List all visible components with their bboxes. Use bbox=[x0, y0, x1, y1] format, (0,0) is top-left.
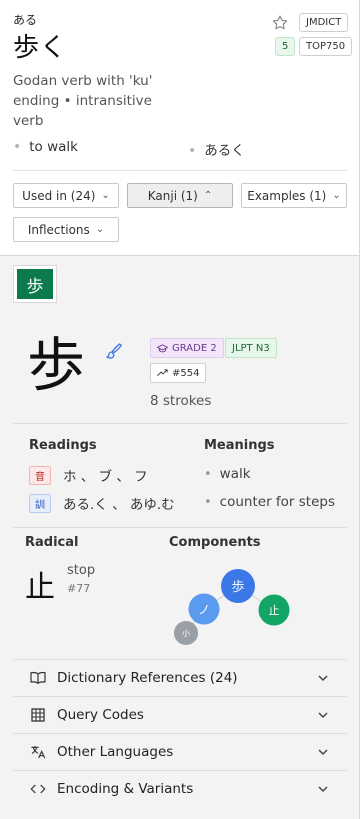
divider bbox=[13, 527, 347, 528]
component-node-label: 小 bbox=[182, 629, 190, 638]
chevron-down-icon: ⌄ bbox=[332, 190, 341, 201]
chevron-down-icon bbox=[318, 675, 328, 682]
chevron-down-icon bbox=[318, 749, 328, 756]
grade-label: GRADE 2 bbox=[172, 342, 217, 354]
meaning-text: to walk bbox=[29, 139, 78, 155]
kanji-meaning-text: walk bbox=[219, 466, 251, 482]
component-node[interactable]: ノ bbox=[188, 593, 220, 625]
code-icon bbox=[29, 780, 47, 798]
furigana: ある bbox=[13, 13, 38, 27]
meaning-text: あるく bbox=[204, 143, 245, 159]
tab-label: Examples (1) bbox=[247, 188, 327, 203]
kanji-selector-tab[interactable]: 歩 bbox=[13, 265, 57, 303]
frequency-rank-badge: #554 bbox=[150, 363, 207, 383]
jlpt-badge: JLPT N3 bbox=[225, 338, 277, 358]
component-node[interactable]: 歩 bbox=[221, 569, 255, 603]
chevron-down-icon: ⌄ bbox=[95, 224, 105, 235]
on-reading-text: ホ 、 ブ 、 フ bbox=[63, 469, 148, 485]
book-icon bbox=[29, 669, 47, 687]
kun-reading-text: ある.く 、 あゆ.む bbox=[63, 497, 175, 513]
radical-number: #77 bbox=[67, 582, 91, 595]
meaning-item: • to walk bbox=[13, 139, 78, 155]
kanji-meaning-text: counter for steps bbox=[219, 494, 335, 510]
chevron-up-icon: ⌃ bbox=[203, 190, 213, 201]
components-heading: Components bbox=[169, 535, 261, 550]
divider bbox=[13, 170, 347, 171]
meanings-heading: Meanings bbox=[204, 438, 275, 453]
chevron-down-icon: ⌄ bbox=[101, 190, 110, 201]
section-encoding-variants[interactable]: Encoding & Variants bbox=[13, 770, 347, 807]
grid-icon bbox=[29, 706, 47, 724]
meaning-item: • あるく bbox=[188, 139, 245, 159]
app-root: ある 歩く JMDICT 5 TOP750 Godan verb with 'k… bbox=[0, 0, 360, 819]
divider bbox=[13, 423, 347, 424]
tab-inflections[interactable]: Inflections ⌄ bbox=[13, 217, 119, 242]
component-node[interactable]: 止 bbox=[258, 594, 290, 626]
readings-heading: Readings bbox=[29, 438, 97, 453]
chevron-down-icon bbox=[318, 786, 328, 793]
trend-up-icon bbox=[157, 369, 168, 377]
bullet-icon: • bbox=[204, 495, 212, 510]
rank-label: #554 bbox=[172, 367, 200, 379]
kanji-character: 歩 bbox=[27, 331, 86, 399]
grade-badge: GRADE 2 bbox=[150, 338, 224, 358]
frequency-badge: TOP750 bbox=[299, 37, 353, 56]
kanji-meaning-item: • counter for steps bbox=[204, 494, 335, 510]
kanji-selector-char: 歩 bbox=[17, 269, 53, 299]
brush-icon[interactable] bbox=[103, 341, 123, 361]
on-reading-row: 音 ホ 、 ブ 、 フ bbox=[29, 465, 148, 485]
source-badge: JMDICT bbox=[299, 13, 349, 32]
on-reading-tag: 音 bbox=[29, 465, 51, 485]
entry-card: ある 歩く JMDICT 5 TOP750 Godan verb with 'k… bbox=[0, 0, 360, 256]
kanji-panel: 歩 歩 GRADE 2 JLPT N3 #554 8 strokes Readi… bbox=[0, 256, 360, 819]
section-other-languages[interactable]: Other Languages bbox=[13, 733, 347, 770]
component-node-label: 止 bbox=[269, 604, 280, 617]
bullet-icon: • bbox=[204, 467, 212, 482]
level-badge: 5 bbox=[275, 37, 296, 56]
tab-label: Used in (24) bbox=[22, 188, 96, 203]
tab-kanji[interactable]: Kanji (1) ⌃ bbox=[127, 183, 233, 208]
tab-used-in[interactable]: Used in (24) ⌄ bbox=[13, 183, 119, 208]
tab-label: Inflections bbox=[27, 222, 90, 237]
component-node-label: ノ bbox=[198, 603, 210, 617]
section-label: Dictionary References (24) bbox=[57, 670, 238, 686]
translate-icon bbox=[29, 743, 47, 761]
section-label: Other Languages bbox=[57, 744, 174, 760]
section-dictionary-references[interactable]: Dictionary References (24) bbox=[13, 659, 347, 696]
headword: 歩く bbox=[13, 33, 68, 63]
component-node[interactable]: 小 bbox=[174, 621, 198, 645]
kanji-meaning-item: • walk bbox=[204, 466, 251, 482]
bullet-icon: • bbox=[13, 139, 22, 155]
tab-label: Kanji (1) bbox=[147, 188, 198, 203]
chevron-down-icon bbox=[318, 712, 328, 719]
bullet-icon: • bbox=[188, 143, 197, 159]
component-node-label: 歩 bbox=[231, 580, 244, 595]
section-query-codes[interactable]: Query Codes bbox=[13, 696, 347, 733]
part-of-speech: Godan verb with 'ku' ending • intransiti… bbox=[13, 73, 153, 129]
radical-heading: Radical bbox=[25, 535, 79, 550]
kun-reading-row: 訓 ある.く 、 あゆ.む bbox=[29, 493, 175, 513]
components-graph: 歩 ノ 止 小 bbox=[174, 569, 290, 645]
graduation-cap-icon bbox=[157, 343, 168, 352]
section-label: Encoding & Variants bbox=[57, 781, 194, 797]
tab-examples[interactable]: Examples (1) ⌄ bbox=[241, 183, 347, 208]
star-icon[interactable] bbox=[271, 14, 289, 32]
radical-name: stop bbox=[67, 563, 96, 578]
stroke-count: 8 strokes bbox=[150, 393, 212, 409]
kun-reading-tag: 訓 bbox=[29, 493, 51, 513]
radical-character: 止 bbox=[25, 570, 55, 605]
section-label: Query Codes bbox=[57, 707, 144, 723]
